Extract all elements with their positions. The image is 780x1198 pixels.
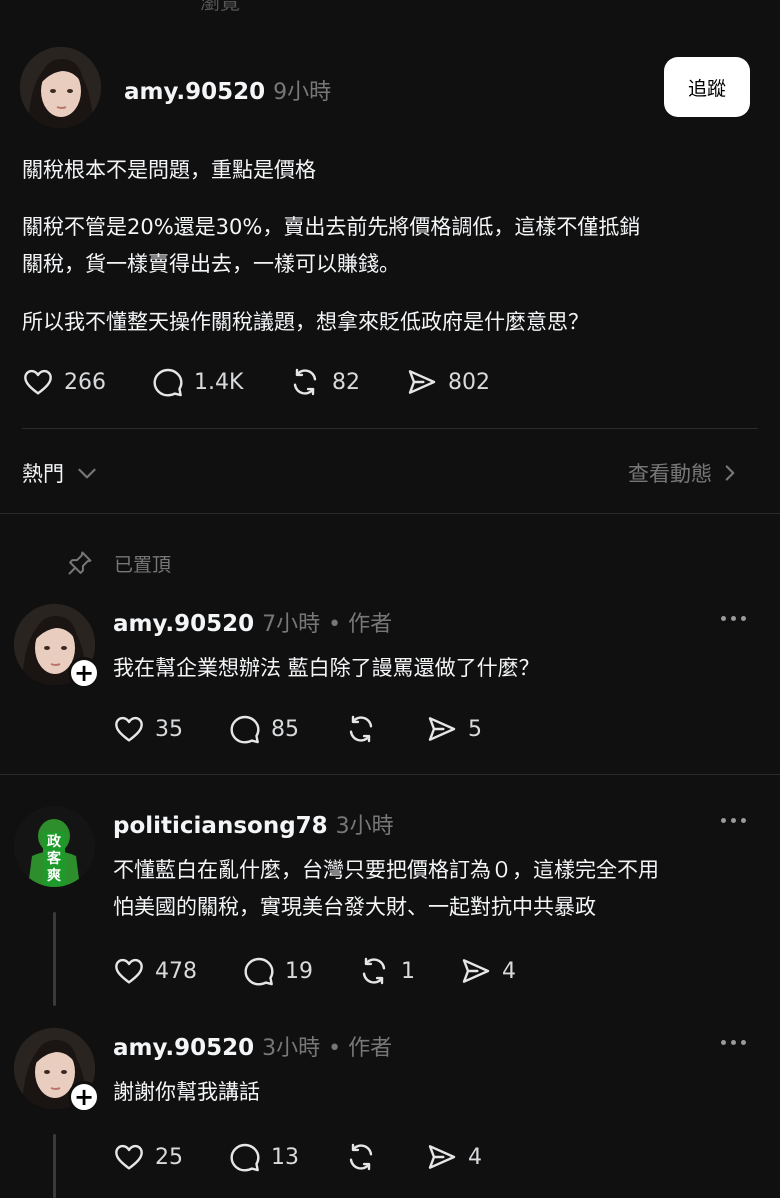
thread-line	[53, 1134, 56, 1198]
post-avatar[interactable]	[20, 47, 101, 128]
post-line-2: 關稅不管是20%還是30%，賣出去前先將價格調低，這樣不僅抵銷	[22, 215, 641, 239]
view-activity-label: 查看動態	[628, 462, 712, 486]
reply-2-share-button[interactable]: 4	[460, 955, 516, 987]
reply-3-share-button[interactable]: 4	[426, 1141, 482, 1173]
pinned-indicator: 已置頂	[66, 549, 171, 577]
reply-1-username[interactable]: amy.90520	[113, 611, 254, 637]
send-icon	[428, 1145, 456, 1169]
post-time: 9小時	[273, 80, 332, 105]
post-comment-count: 1.4K	[194, 369, 244, 395]
reply-2-line-1: 不懂藍白在亂什麼，台灣只要把價格訂為０，這樣完全不用	[113, 858, 659, 882]
reply-3-like-button[interactable]: 25	[113, 1141, 183, 1173]
repost-icon	[293, 368, 317, 396]
post-repost-count: 82	[332, 369, 360, 395]
post-share-button[interactable]: 802	[406, 366, 490, 398]
view-activity-link[interactable]: 查看動態	[628, 458, 738, 488]
chevron-down-icon	[78, 468, 96, 479]
avatar-emblem: 政 客 爽	[47, 834, 61, 884]
post-like-count: 266	[64, 369, 106, 395]
header-fragment: 瀏覽	[200, 0, 240, 14]
chevron-right-icon	[725, 465, 735, 481]
reply-2-comment-button[interactable]: 19	[243, 955, 313, 987]
reply-1-comment-count: 85	[271, 716, 299, 742]
sort-label: 熱門	[22, 462, 64, 486]
reply-3-repost-button[interactable]	[344, 1141, 388, 1173]
sort-dropdown[interactable]: 熱門	[22, 458, 100, 488]
reply-3-like-count: 25	[155, 1144, 183, 1170]
reply-2-time: 3小時	[335, 814, 394, 839]
send-icon	[428, 717, 456, 741]
reply-3-author-tag: • 作者	[328, 1036, 393, 1061]
reply-2-like-button[interactable]: 478	[113, 955, 197, 987]
reply-1-share-count: 5	[468, 716, 482, 742]
reply-divider	[0, 774, 780, 775]
reply-1-share-button[interactable]: 5	[426, 713, 482, 745]
reply-1-comment-button[interactable]: 85	[229, 713, 299, 745]
post-line-4: 所以我不懂整天操作關稅議題，想拿來貶低政府是什麼意思？	[22, 310, 589, 334]
divider	[22, 428, 758, 429]
post-repost-button[interactable]: 82	[288, 366, 360, 398]
more-options-icon[interactable]	[721, 616, 746, 621]
post-like-button[interactable]: 266	[22, 366, 106, 398]
post-username[interactable]: amy.90520	[124, 79, 265, 105]
reply-3-time: 3小時	[262, 1036, 321, 1061]
post-line-1: 關稅根本不是問題，重點是價格	[22, 158, 316, 182]
follow-plus-icon[interactable]: +	[68, 657, 100, 689]
reply-3-line-1: 謝謝你幫我講話	[113, 1080, 260, 1104]
reply-2-avatar[interactable]: 政 客 爽	[14, 806, 95, 887]
reply-2-repost-button[interactable]: 1	[357, 955, 415, 987]
reply-3-comment-button[interactable]: 13	[229, 1141, 299, 1173]
more-options-icon[interactable]	[721, 818, 746, 823]
reply-1-like-button[interactable]: 35	[113, 713, 183, 745]
reply-3-username[interactable]: amy.90520	[113, 1035, 254, 1061]
send-icon	[408, 370, 436, 394]
reply-1-repost-button[interactable]	[344, 713, 388, 745]
follow-button[interactable]: 追蹤	[664, 57, 750, 117]
comment-icon	[244, 957, 274, 986]
reply-2-username[interactable]: politiciansong78	[113, 813, 328, 839]
reply-1-line-1: 我在幫企業想辦法 藍白除了謾罵還做了什麼？	[113, 656, 540, 680]
follow-plus-icon[interactable]: +	[68, 1081, 100, 1113]
post-comment-button[interactable]: 1.4K	[152, 366, 243, 398]
reply-2-comment-count: 19	[285, 958, 313, 984]
reply-2-like-count: 478	[155, 958, 197, 984]
post-line-3: 關稅，貨一樣賣得出去，一樣可以賺錢。	[22, 252, 400, 276]
more-options-icon[interactable]	[721, 1040, 746, 1045]
heart-icon	[115, 716, 143, 742]
reply-1-time: 7小時	[262, 612, 321, 637]
reply-1-author-tag: • 作者	[328, 612, 393, 637]
reply-2-share-count: 4	[502, 958, 516, 984]
thread-line	[53, 912, 56, 1006]
repost-icon	[349, 1143, 373, 1171]
pin-icon	[68, 551, 92, 575]
heart-icon	[115, 958, 143, 984]
reply-1-like-count: 35	[155, 716, 183, 742]
section-divider	[0, 513, 780, 514]
comment-icon	[230, 715, 260, 744]
heart-icon	[24, 369, 52, 395]
reply-2-repost-count: 1	[401, 958, 415, 984]
repost-icon	[362, 957, 386, 985]
comment-icon	[153, 368, 183, 397]
send-icon	[462, 959, 490, 983]
post-share-count: 802	[448, 369, 490, 395]
reply-2-line-2: 怕美國的關稅，實現美台發大財、一起對抗中共暴政	[113, 895, 596, 919]
repost-icon	[349, 715, 373, 743]
comment-icon	[230, 1143, 260, 1172]
reply-3-comment-count: 13	[271, 1144, 299, 1170]
pinned-label: 已置頂	[114, 553, 172, 576]
heart-icon	[115, 1144, 143, 1170]
reply-3-share-count: 4	[468, 1144, 482, 1170]
